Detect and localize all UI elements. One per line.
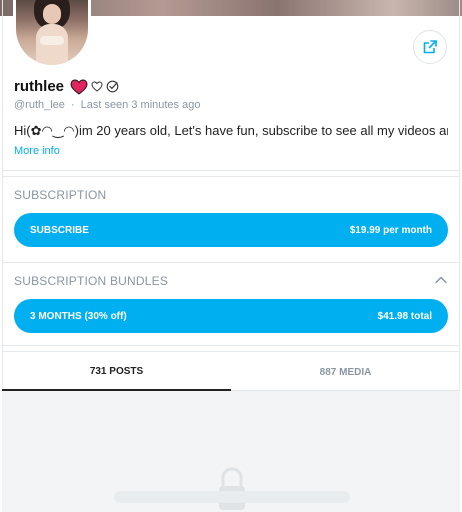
subscription-heading: SUBSCRIPTION xyxy=(14,188,107,202)
avatar[interactable] xyxy=(13,0,91,68)
last-seen: Last seen 3 minutes ago xyxy=(80,99,201,111)
tab-posts[interactable]: 731 POSTS xyxy=(2,353,231,391)
divider xyxy=(2,170,460,171)
lock-icon xyxy=(219,467,245,510)
bundle-button-label: 3 MONTHS (30% off) xyxy=(30,310,127,322)
profile-name: ruthlee xyxy=(14,78,65,95)
divider xyxy=(2,176,460,177)
share-icon xyxy=(423,40,437,54)
profile-handle[interactable]: @ruth_lee xyxy=(14,99,65,111)
avatar-image xyxy=(16,0,88,65)
profile-bio: Hi(✿◠‿◠)im 20 years old, Let's have fun,… xyxy=(14,123,448,138)
outline-heart-icon xyxy=(91,81,103,92)
heart-icon xyxy=(70,78,88,95)
subscribe-button[interactable]: SUBSCRIBE $19.99 per month xyxy=(14,213,448,247)
profile-meta: @ruth_lee · Last seen 3 minutes ago xyxy=(14,99,200,111)
divider xyxy=(2,262,460,263)
subscribe-button-price: $19.99 per month xyxy=(349,224,432,236)
chevron-up-icon[interactable] xyxy=(434,274,448,286)
bundle-button-price: $41.98 total xyxy=(377,310,432,322)
subscribe-button-label: SUBSCRIBE xyxy=(30,224,89,236)
share-button[interactable] xyxy=(413,30,447,64)
content-tabs: 731 POSTS 887 MEDIA xyxy=(2,353,460,391)
divider xyxy=(2,351,460,352)
profile-name-row: ruthlee xyxy=(14,78,119,95)
tab-media[interactable]: 887 MEDIA xyxy=(231,353,460,391)
locked-placeholder-bar xyxy=(114,491,350,503)
verified-icon xyxy=(106,80,119,93)
bundle-button[interactable]: 3 MONTHS (30% off) $41.98 total xyxy=(14,299,448,333)
divider xyxy=(2,345,460,346)
more-info-link[interactable]: More info xyxy=(14,145,60,157)
meta-separator: · xyxy=(70,99,75,111)
locked-content xyxy=(2,391,460,512)
bundles-heading: SUBSCRIPTION BUNDLES xyxy=(14,274,169,288)
